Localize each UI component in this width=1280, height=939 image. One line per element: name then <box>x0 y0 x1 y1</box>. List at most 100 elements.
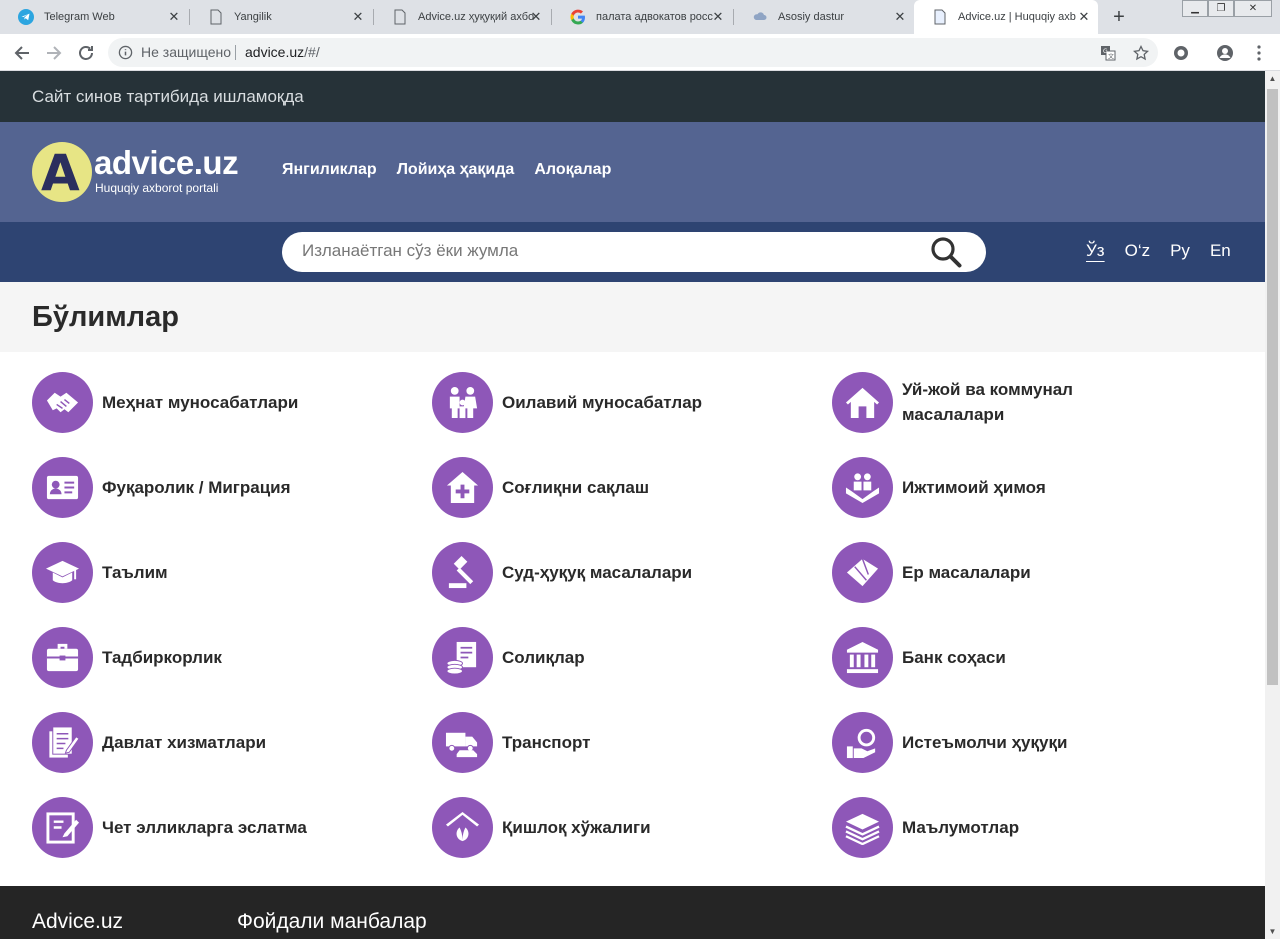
handshake-icon <box>46 392 79 412</box>
site-header: A advice.uz Huquqiy axborot portali Янги… <box>0 122 1265 222</box>
section-label: Меҳнат муносабатлари <box>102 392 299 412</box>
close-icon[interactable]: ✕ <box>528 9 544 25</box>
notice-text: Сайт синов тартибида ишламоқда <box>32 87 304 106</box>
profile-avatar-icon[interactable] <box>1216 44 1234 62</box>
logo-subtitle: Huquqiy axborot portali <box>95 181 219 195</box>
browser-toolbar: Не защищено advice.uz/#/ G文 <box>0 34 1280 71</box>
new-tab-button[interactable]: + <box>1108 6 1130 28</box>
page-icon <box>394 9 406 25</box>
section-item-health[interactable]: Соғлиқни сақлаш <box>432 455 812 519</box>
google-icon <box>570 9 585 25</box>
browser-tab[interactable]: Telegram Web ✕ <box>0 0 188 34</box>
reload-icon[interactable] <box>74 41 98 65</box>
section-item-land[interactable]: Ер масалалари <box>832 540 1212 604</box>
address-bar[interactable]: Не защищено advice.uz/#/ G文 <box>108 38 1158 67</box>
section-item-information[interactable]: Маълумотлар <box>832 795 1212 859</box>
nav-link-contacts[interactable]: Алоқалар <box>534 161 611 179</box>
close-icon[interactable]: ✕ <box>710 9 726 25</box>
section-item-transport[interactable]: Транспорт <box>432 710 812 774</box>
gavel-icon <box>448 555 474 588</box>
restore-button[interactable]: ❐ <box>1208 0 1234 17</box>
browser-tab[interactable]: Yangilik ✕ <box>190 0 372 34</box>
translate-icon[interactable]: G文 <box>1100 45 1116 61</box>
section-label: Банк соҳаси <box>902 647 1006 667</box>
browser-tab[interactable]: палата адвокатов росс ✕ <box>552 0 732 34</box>
nav-link-about[interactable]: Лойиҳа ҳақида <box>397 161 515 179</box>
graduation-cap-icon <box>45 560 80 583</box>
extension-icon[interactable] <box>1172 44 1190 62</box>
bank-icon <box>846 641 879 673</box>
section-label: Соғлиқни сақлаш <box>502 477 649 497</box>
section-item-bank[interactable]: Банк соҳаси <box>832 625 1212 689</box>
land-icon <box>846 558 879 586</box>
house-icon <box>845 387 880 418</box>
browser-tab-active[interactable]: Advice.uz | Huquqiy axb ✕ <box>914 0 1098 34</box>
section-item-housing[interactable]: Уй-жой ва коммунал масалалари <box>832 370 1212 434</box>
lang-uz-cyrillic[interactable]: Ўз <box>1086 241 1105 261</box>
sections-header: Бўлимлар <box>0 282 1265 352</box>
tab-title: палата адвокатов росс <box>596 11 713 23</box>
scroll-thumb[interactable] <box>1267 89 1278 685</box>
note-icon <box>46 811 80 844</box>
section-item-gov-services[interactable]: Давлат хизматлари <box>32 710 412 774</box>
url-text[interactable]: advice.uz/#/ <box>245 44 320 60</box>
lang-en[interactable]: En <box>1210 241 1231 261</box>
hospital-icon <box>446 471 479 503</box>
close-icon[interactable]: ✕ <box>166 9 182 25</box>
section-item-social[interactable]: Ижтимоий ҳимоя <box>832 455 1212 519</box>
section-item-education[interactable]: Таълим <box>32 540 412 604</box>
star-icon[interactable] <box>1133 45 1149 61</box>
back-arrow-icon[interactable] <box>10 41 34 65</box>
forward-arrow-icon[interactable] <box>42 41 66 65</box>
tab-title: Advice.uz | Huquqiy axb <box>958 11 1076 23</box>
sections-title: Бўлимлар <box>32 301 179 333</box>
section-item-court[interactable]: Суд-ҳуқуқ масалалари <box>432 540 812 604</box>
section-item-business[interactable]: Тадбиркорлик <box>32 625 412 689</box>
section-label: Чет элликларга эслатма <box>102 817 307 837</box>
section-item-consumer[interactable]: Истеъмолчи ҳуқуқи <box>832 710 1212 774</box>
section-item-agriculture[interactable]: Қишлоқ хўжалиги <box>432 795 812 859</box>
section-item-labor[interactable]: Меҳнат муносабатлари <box>32 370 412 434</box>
notice-banner: Сайт синов тартибида ишламоқда <box>0 71 1265 122</box>
section-item-family[interactable]: Оилавий муносабатлар <box>432 370 812 434</box>
nav-link-news[interactable]: Янгиликлар <box>282 161 377 179</box>
cloud-icon <box>753 12 767 20</box>
page-scrollbar[interactable]: ▲ ▼ <box>1265 71 1280 939</box>
briefcase-icon <box>46 643 79 671</box>
logo-letter: A <box>41 144 80 202</box>
section-label: Оилавий муносабатлар <box>502 392 703 412</box>
search-input[interactable] <box>302 241 902 261</box>
security-status: Не защищено <box>141 44 231 60</box>
site-footer: Advice.uz Фойдали манбалар <box>0 886 1265 939</box>
section-item-citizenship[interactable]: Фуқаролик / Миграция <box>32 455 412 519</box>
logo-name: advice.uz <box>94 144 239 181</box>
search-bar: Ўз O‘z Ру En <box>0 222 1265 282</box>
scroll-down-arrow-icon[interactable]: ▼ <box>1265 924 1280 939</box>
tab-title: Asosiy dastur <box>778 11 845 23</box>
section-item-taxes[interactable]: Солиқлар <box>432 625 812 689</box>
close-window-button[interactable]: ✕ <box>1234 0 1272 17</box>
close-icon[interactable]: ✕ <box>1076 9 1092 25</box>
section-label: Уй-жой ва коммунал масалалари <box>902 380 1073 424</box>
url-path: /#/ <box>304 44 320 60</box>
scroll-up-arrow-icon[interactable]: ▲ <box>1265 71 1280 86</box>
info-icon[interactable] <box>118 45 133 60</box>
page-icon <box>210 9 222 25</box>
section-item-foreigners[interactable]: Чет элликларга эслатма <box>32 795 412 859</box>
consumer-icon <box>846 728 876 758</box>
minimize-button[interactable]: ▁ <box>1182 0 1208 17</box>
site-logo[interactable]: A advice.uz Huquqiy axborot portali <box>32 142 242 204</box>
social-protection-icon <box>845 472 880 503</box>
browser-tab[interactable]: Asosiy dastur ✕ <box>734 0 914 34</box>
search-box <box>282 232 986 272</box>
lang-uz-latin[interactable]: O‘z <box>1125 241 1151 261</box>
close-icon[interactable]: ✕ <box>892 9 908 25</box>
search-icon[interactable] <box>928 235 964 269</box>
browser-tab[interactable]: Advice.uz ҳуқуқий ахбо ✕ <box>374 0 550 34</box>
section-label: Истеъмолчи ҳуқуқи <box>902 732 1068 752</box>
url-domain: advice.uz <box>245 44 305 60</box>
kebab-menu-icon[interactable] <box>1250 44 1268 62</box>
close-icon[interactable]: ✕ <box>350 9 366 25</box>
id-card-icon <box>46 475 79 499</box>
lang-ru[interactable]: Ру <box>1170 241 1190 261</box>
